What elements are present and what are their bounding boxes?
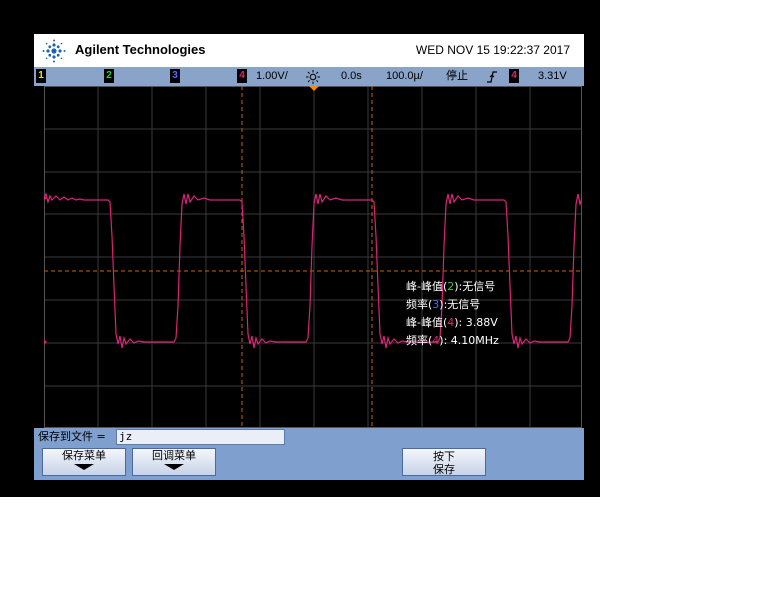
waveform-display bbox=[44, 86, 582, 428]
save-to-file-label: 保存到文件 = bbox=[38, 430, 106, 443]
agilent-logo-icon bbox=[42, 39, 66, 63]
down-arrow-icon bbox=[164, 464, 184, 470]
trigger-level: 3.31V bbox=[538, 70, 567, 82]
header-bar: Agilent Technologies WED NOV 15 19:22:37… bbox=[34, 34, 584, 67]
screenshot-frame: Agilent Technologies WED NOV 15 19:22:37… bbox=[0, 0, 600, 497]
softkey-panel: 保存到文件 = jz 保存菜单 回调菜单 按下 保存 bbox=[34, 428, 584, 480]
status-bar: 1 2 3 4 1.00V/ 0.0s 100.0µ/ 停止 4 3.31V bbox=[34, 67, 584, 86]
measurement-peak-to-peak-ch4: 峰-峰值(4): 3.88V bbox=[406, 316, 498, 329]
measurement-frequency-ch4: 频率(4): 4.10MHz bbox=[406, 334, 499, 347]
oscilloscope-screen: Agilent Technologies WED NOV 15 19:22:37… bbox=[34, 34, 584, 480]
brand-name: Agilent Technologies bbox=[75, 42, 206, 57]
channel-1-indicator[interactable]: 1 bbox=[36, 69, 46, 83]
measurement-peak-to-peak-ch2: 峰-峰值(2):无信号 bbox=[406, 280, 496, 293]
run-state: 停止 bbox=[446, 70, 468, 82]
down-arrow-icon bbox=[74, 464, 94, 470]
date-time: WED NOV 15 19:22:37 2017 bbox=[415, 43, 570, 57]
measurements-panel: 峰-峰值(2):无信号 频率(3):无信号 峰-峰值(4): 3.88V 频率(… bbox=[406, 278, 499, 350]
save-menu-button[interactable]: 保存菜单 bbox=[42, 448, 126, 476]
channel-4-scale: 1.00V/ bbox=[256, 70, 288, 82]
channel-3-indicator[interactable]: 3 bbox=[170, 69, 180, 83]
trigger-channel: 4 bbox=[509, 69, 519, 83]
delay-value: 0.0s bbox=[341, 70, 362, 82]
trigger-edge-icon bbox=[487, 71, 497, 83]
filename-field[interactable]: jz bbox=[116, 429, 285, 445]
press-to-save-button[interactable]: 按下 保存 bbox=[402, 448, 486, 476]
channel-2-indicator[interactable]: 2 bbox=[104, 69, 114, 83]
channel-4-indicator[interactable]: 4 bbox=[237, 69, 247, 83]
recall-menu-button[interactable]: 回调菜单 bbox=[132, 448, 216, 476]
timebase-value: 100.0µ/ bbox=[386, 70, 423, 82]
intensity-sun-icon bbox=[306, 70, 320, 84]
measurement-frequency-ch3: 频率(3):无信号 bbox=[406, 298, 481, 311]
